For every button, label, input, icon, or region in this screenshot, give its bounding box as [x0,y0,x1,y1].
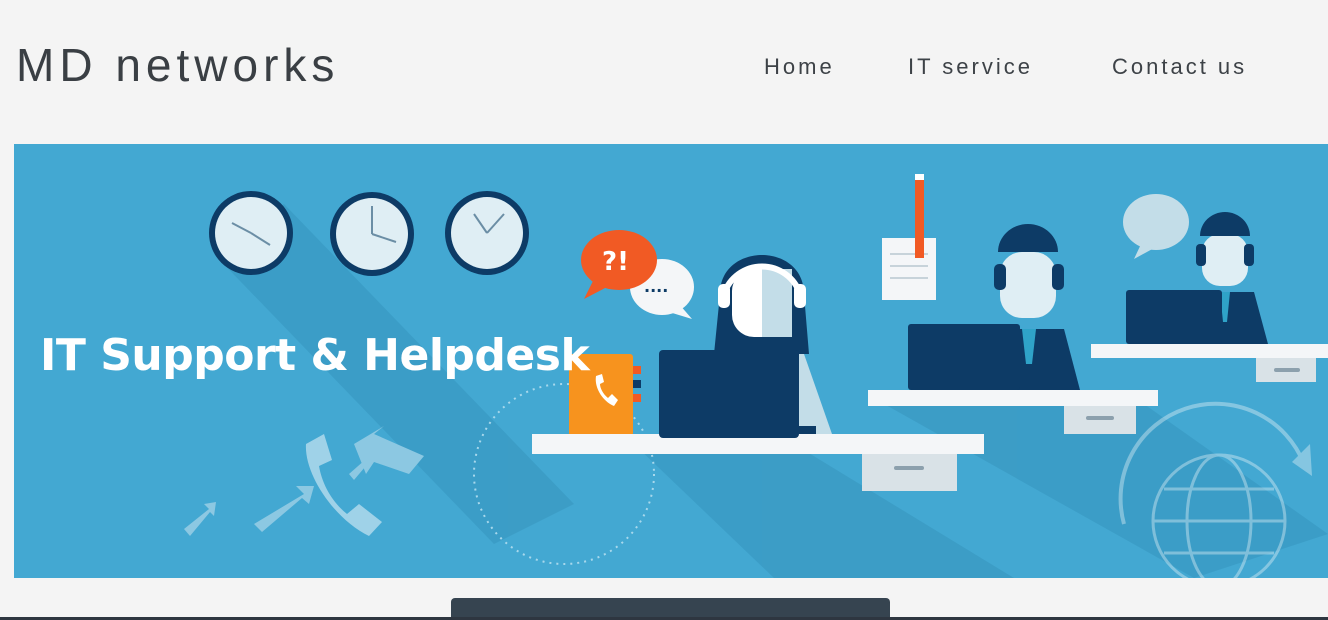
notepad-icon [882,174,936,300]
site-header: MD networks Home IT service Contact us [0,0,1328,140]
arrow-icon [184,426,424,536]
clock-icon [330,192,414,276]
nav-contact-us[interactable]: Contact us [1112,54,1247,80]
clock-icon [445,191,529,275]
chat-bubble-icon [1123,194,1189,259]
speech-bubble-icon: .... ?! [581,230,694,319]
nav-it-service[interactable]: IT service [908,54,1033,80]
hero-banner: .... ?! IT Support & Helpdesk [14,144,1328,578]
bubble-text: ?! [602,247,629,277]
banner-title: IT Support & Helpdesk [40,330,590,381]
nav-home[interactable]: Home [764,54,835,80]
bubble-dots: .... [644,277,668,296]
main-nav: Home IT service Contact us [0,54,1328,84]
clock-icon [209,191,293,275]
